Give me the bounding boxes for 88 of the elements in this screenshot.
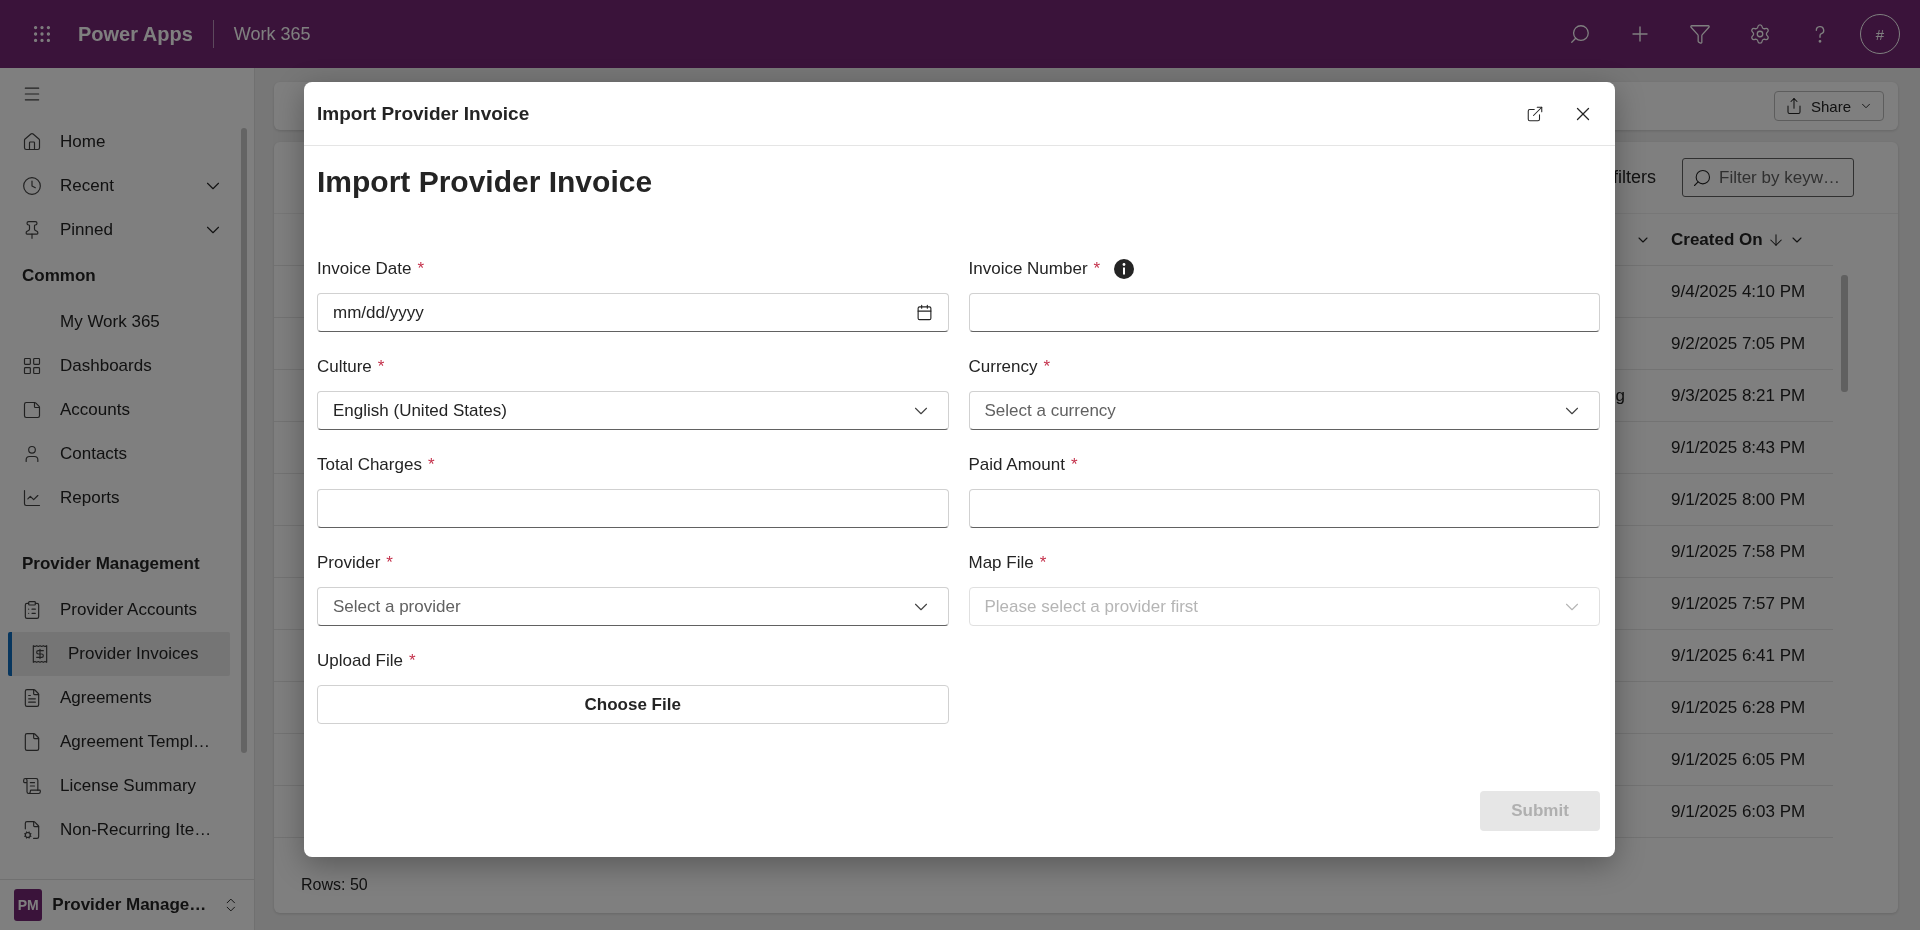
nav-item[interactable]: License Summary [0, 764, 230, 808]
line-chart-icon [22, 488, 42, 508]
dashboard-icon [22, 356, 42, 376]
nav-item[interactable]: Agreements [0, 676, 230, 720]
required-mark: * [377, 357, 385, 377]
section-heading: Common [21, 265, 97, 287]
table-cell-text: 9/1/2025 6:05 PM [1671, 749, 1807, 770]
table-cell-text: 9/2/2025 7:05 PM [1671, 333, 1807, 354]
table-cell-text: 9/4/2025 4:10 PM [1671, 281, 1807, 302]
nav-item[interactable]: Agreement Templ… [0, 720, 230, 764]
settings-icon [1749, 23, 1771, 45]
dropdown[interactable]: Select a currency [968, 391, 1600, 430]
dropdown[interactable]: Select a provider [317, 587, 949, 626]
share-button[interactable]: Share [1773, 91, 1884, 121]
info-icon[interactable] [1114, 259, 1135, 279]
list-document-icon [22, 600, 42, 620]
file-gear-icon [22, 820, 42, 840]
nav-item[interactable]: Accounts [0, 388, 230, 432]
text-field[interactable] [968, 489, 1600, 528]
dialog-title: Import Provider Invoice [317, 102, 530, 125]
nav-item[interactable]: My Work 365 [0, 300, 230, 344]
nav-item[interactable]: Provider Accounts [0, 588, 230, 632]
receipt-icon [30, 644, 50, 664]
nav-item[interactable]: Contacts [0, 432, 230, 476]
table-cell-text: 9/1/2025 6:03 PM [1671, 801, 1807, 822]
nav-item[interactable]: Reports [0, 476, 230, 520]
table-cell-text: 9/1/2025 6:41 PM [1671, 645, 1807, 666]
share-icon [1784, 97, 1803, 115]
table-cell-text: 9/1/2025 6:28 PM [1671, 697, 1807, 718]
scrollbar[interactable] [1841, 275, 1848, 392]
house-icon [22, 132, 42, 152]
clock-icon [22, 176, 42, 196]
funnel-icon [1689, 23, 1711, 45]
nav-item[interactable]: Dashboards [0, 344, 230, 388]
calendar-icon[interactable] [915, 304, 933, 321]
required-mark: * [1043, 357, 1051, 377]
form-heading: Import Provider Invoice [317, 164, 654, 200]
table-cell-text: 9/1/2025 7:57 PM [1671, 593, 1807, 614]
text-field[interactable] [968, 293, 1600, 332]
table-cell: g [1615, 385, 1625, 406]
required-mark: * [417, 259, 425, 279]
table-cell-text: 9/1/2025 8:43 PM [1671, 437, 1807, 458]
choose-file-button[interactable]: Choose File [317, 685, 949, 724]
table-cell-text: 9/3/2025 8:21 PM [1671, 385, 1807, 406]
field-label: Currency [968, 357, 1038, 377]
app-name[interactable]: Power Apps [78, 22, 193, 46]
required-mark: * [427, 455, 435, 475]
row-count: Rows: 50 [301, 876, 368, 894]
field-label: Upload File [317, 651, 403, 671]
required-mark: * [386, 553, 393, 573]
scroll-icon [22, 776, 42, 796]
dropdown[interactable]: English (United States) [317, 391, 949, 430]
pop-out-icon [1526, 104, 1544, 123]
scrollbar[interactable] [241, 128, 247, 753]
area-name: Provider Manage… [52, 895, 207, 915]
field-label: Map File [968, 553, 1034, 573]
required-mark: * [409, 651, 416, 671]
table-cell-text: 9/1/2025 8:00 PM [1671, 489, 1807, 510]
search-icon [1569, 23, 1591, 45]
nav-item[interactable]: Provider Invoices [8, 632, 230, 676]
environment-name: Work 365 [233, 23, 311, 45]
field-label: Culture [317, 357, 372, 377]
table-cell-text: 9/1/2025 7:58 PM [1671, 541, 1807, 562]
required-mark: * [1039, 553, 1047, 573]
waffle-icon [31, 23, 53, 45]
field-label: Total Charges [317, 455, 422, 475]
file-icon [22, 732, 42, 752]
field-label: Invoice Date [317, 259, 412, 279]
field-label: Paid Amount [968, 455, 1065, 475]
date-field[interactable]: mm/dd/yyyy [317, 293, 949, 332]
nav-item[interactable]: Home [0, 120, 230, 164]
area-badge: PM [14, 889, 43, 921]
nav-item[interactable]: Pinned [0, 208, 230, 252]
required-mark: * [1070, 455, 1078, 475]
required-mark: * [1093, 259, 1101, 279]
nav-item[interactable]: Non-Recurring Ite… [0, 808, 230, 852]
document-icon [22, 688, 42, 708]
folded-note-icon [22, 400, 42, 420]
section-heading: Provider Management [21, 553, 201, 575]
column-header[interactable]: Created On [1671, 229, 1833, 250]
filter-field[interactable]: Filter by keyw… [1682, 158, 1854, 197]
area-switcher[interactable]: PM Provider Manage… [0, 879, 254, 930]
text-field[interactable] [317, 489, 949, 528]
field-label: Provider [317, 553, 381, 573]
search-icon [1692, 168, 1712, 188]
nav-item[interactable]: Recent [0, 164, 230, 208]
filters-link[interactable]: filters [1613, 167, 1656, 188]
field-label: Invoice Number [968, 259, 1088, 279]
